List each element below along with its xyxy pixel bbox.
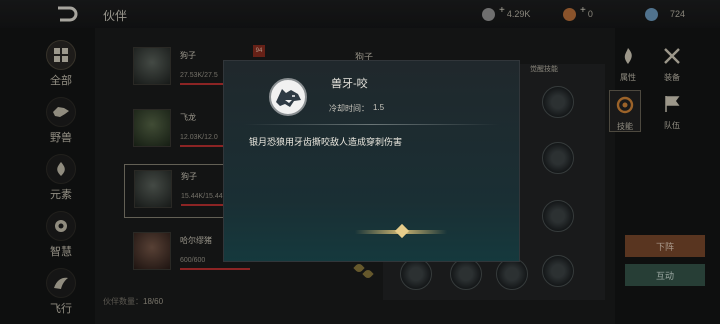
cooldown-value: 1.5 [373,103,385,112]
divider [244,124,499,125]
skill-name: 兽牙-咬 [331,78,368,90]
wolf-head-icon [269,78,307,116]
skill-description: 银月恐狼用牙齿撕咬敌人造成穿刺伤害 [249,137,403,147]
cooldown-label: 冷却时间： [329,104,369,113]
